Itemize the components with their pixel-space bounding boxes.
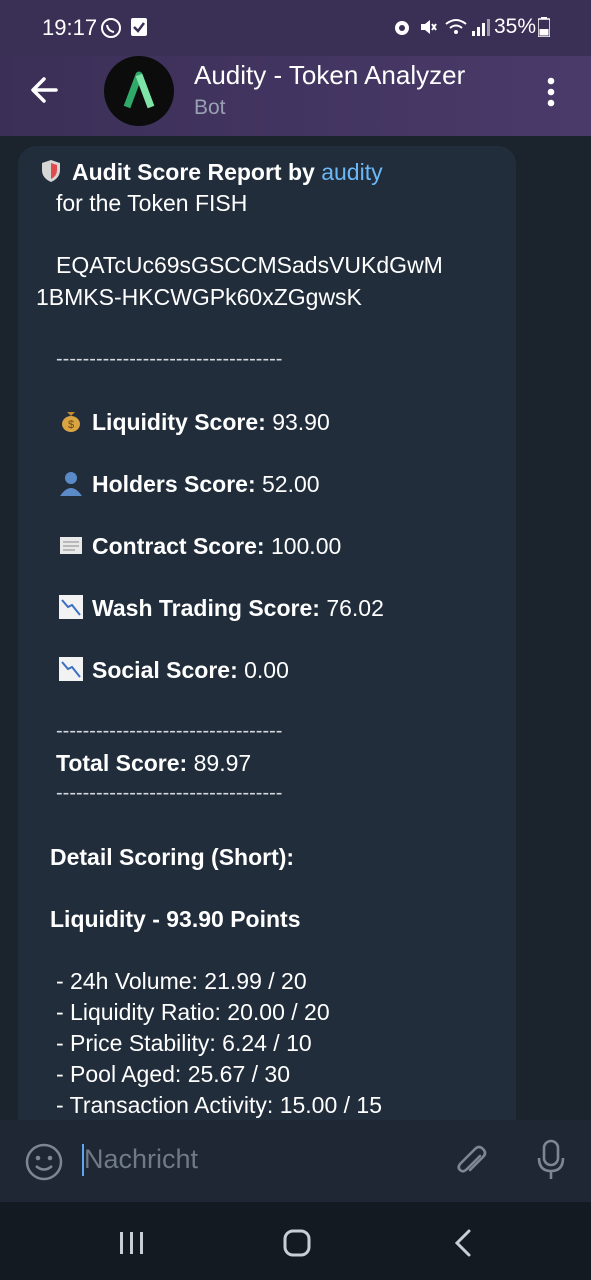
status-bar: 19:17 35%: [0, 0, 591, 56]
separator: ----------------------------------: [56, 348, 283, 370]
back-button[interactable]: [26, 70, 66, 110]
avatar[interactable]: [104, 56, 174, 126]
chat-header: Audity - Token Analyzer Bot: [0, 56, 591, 136]
token-address-line-1: EQATcUc69sGSCCMSadsVUKdGwM: [56, 252, 443, 278]
system-nav-bar: [0, 1202, 591, 1280]
chart-down-icon: [58, 594, 84, 620]
liquidity-score-line: $ Liquidity Score: 93.90: [58, 408, 330, 436]
money-bag-icon: $: [58, 408, 84, 434]
token-line: for the Token FISH: [56, 190, 248, 216]
chat-area[interactable]: Audit Score Report by audity for the Tok…: [0, 136, 591, 1120]
scroll-icon: [58, 532, 84, 558]
arrow-left-icon: [31, 77, 58, 103]
battery-icon: [537, 17, 551, 42]
mute-icon: [418, 17, 438, 42]
detail-line: - Price Stability: 6.24 / 10: [56, 1030, 312, 1056]
emoji-button[interactable]: [24, 1142, 64, 1187]
paperclip-icon: [457, 1145, 487, 1173]
holders-score-line: Holders Score: 52.00: [58, 470, 320, 498]
more-menu-button[interactable]: [540, 74, 562, 110]
wifi-icon: [444, 17, 468, 42]
whatsapp-icon: [100, 17, 122, 44]
microphone-icon: [537, 1139, 565, 1179]
battery-percent: 35%: [494, 15, 537, 38]
person-icon: [58, 470, 84, 496]
wash-trading-score-line: Wash Trading Score: 76.02: [58, 594, 384, 622]
liquidity-detail-heading: Liquidity - 93.90 Points: [50, 906, 301, 932]
shield-icon: [38, 158, 64, 184]
detail-heading: Detail Scoring (Short):: [50, 844, 295, 870]
detail-line: - Transaction Activity: 15.00 / 15: [56, 1092, 382, 1118]
audity-logo-icon: [123, 71, 155, 109]
chat-subtitle: Bot: [194, 96, 226, 119]
audity-link[interactable]: audity: [321, 159, 382, 185]
detail-line: - Liquidity Ratio: 20.00 / 20: [56, 999, 330, 1025]
input-placeholder: Nachricht: [84, 1144, 199, 1174]
system-back-button[interactable]: [452, 1228, 474, 1263]
signal-icon: [470, 17, 490, 42]
separator: ----------------------------------: [56, 720, 283, 742]
more-vertical-icon: [547, 77, 555, 107]
message-input[interactable]: Nachricht: [82, 1140, 422, 1180]
message-input-bar: Nachricht: [0, 1120, 591, 1202]
home-icon: [283, 1229, 311, 1257]
total-score-line: Total Score: 89.97: [56, 750, 252, 776]
chat-title[interactable]: Audity - Token Analyzer: [194, 60, 465, 91]
token-address-line-2: 1BMKS-HKCWGPk60xZGgwsK: [36, 284, 362, 310]
recent-apps-icon: [120, 1232, 143, 1254]
attach-button[interactable]: [454, 1142, 490, 1187]
detail-line: - Pool Aged: 25.67 / 30: [56, 1061, 291, 1087]
smiley-icon: [25, 1143, 63, 1181]
svg-text:$: $: [68, 419, 74, 431]
status-time: 19:17: [42, 15, 98, 40]
microphone-button[interactable]: [534, 1138, 568, 1187]
separator: ----------------------------------: [56, 782, 283, 804]
contract-score-line: Contract Score: 100.00: [58, 532, 341, 560]
social-score-line: Social Score: 0.00: [58, 656, 289, 684]
recent-apps-button[interactable]: [118, 1230, 146, 1261]
report-heading: Audit Score Report by audity: [38, 158, 383, 186]
check-icon: [130, 17, 148, 42]
detail-line: - 24h Volume: 21.99 / 20: [56, 968, 307, 994]
message-bubble[interactable]: Audit Score Report by audity for the Tok…: [18, 146, 516, 1120]
alarm-icon: [392, 17, 412, 42]
home-button[interactable]: [282, 1228, 312, 1263]
chevron-left-icon: [454, 1229, 471, 1257]
chart-down-icon: [58, 656, 84, 682]
